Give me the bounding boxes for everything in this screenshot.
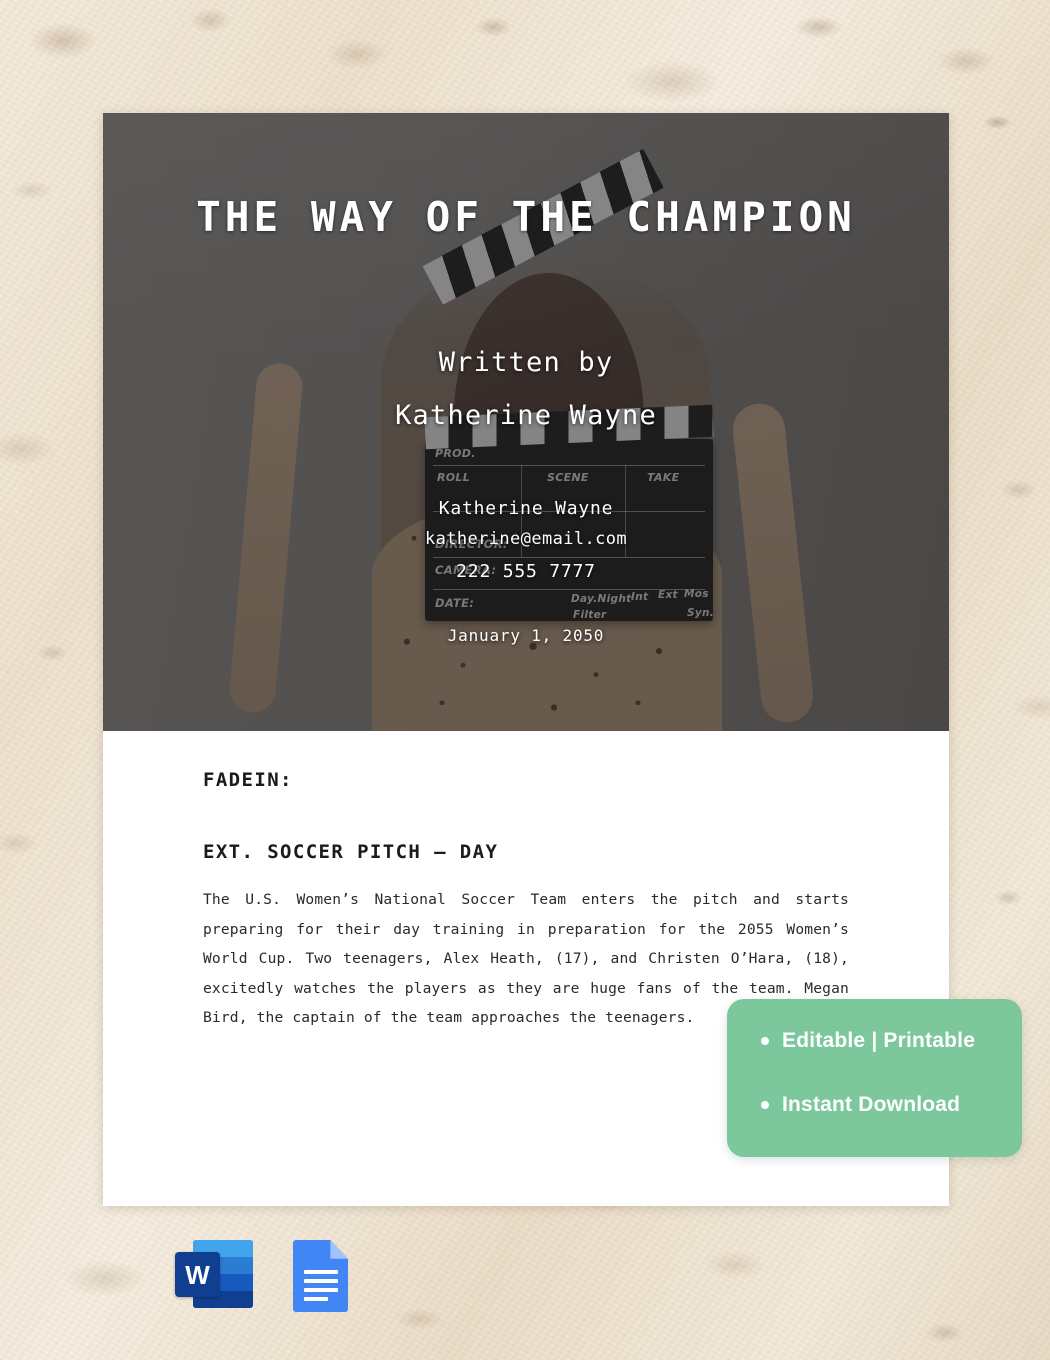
author-name: Katherine Wayne: [395, 400, 657, 431]
contact-date: January 1, 2050: [447, 626, 605, 645]
word-letter-tile: W: [175, 1252, 220, 1297]
promo-badge: Editable | Printable Instant Download: [727, 999, 1022, 1157]
bullet-icon: [761, 1101, 769, 1109]
microsoft-word-icon[interactable]: W: [175, 1240, 253, 1312]
contact-phone: 222 555 7777: [456, 561, 596, 582]
bullet-icon: [761, 1037, 769, 1045]
film-title: THE WAY OF THE CHAMPION: [196, 193, 856, 241]
google-docs-icon[interactable]: [289, 1240, 367, 1312]
title-block: THE WAY OF THE CHAMPION Written by Kathe…: [103, 113, 949, 731]
promo-item: Instant Download: [761, 1093, 1022, 1117]
docs-text-lines: [304, 1270, 338, 1306]
fade-in-slug: FADEIN:: [203, 769, 293, 791]
promo-item: Editable | Printable: [761, 1029, 1022, 1053]
script-body: FADEIN: EXT. SOCCER PITCH – DAY The U.S.…: [103, 731, 949, 1033]
hero-photo: PROD. ROLL SCENE TAKE DIRECTOR: CAMERA: …: [103, 113, 949, 731]
file-format-icons: W: [175, 1240, 367, 1312]
written-by-label: Written by: [438, 347, 614, 378]
promo-item-label: Instant Download: [782, 1093, 961, 1116]
contact-name: Katherine Wayne: [438, 498, 614, 519]
contact-email: katherine@email.com: [424, 529, 628, 549]
scene-heading: EXT. SOCCER PITCH – DAY: [203, 841, 499, 863]
promo-item-label: Editable | Printable: [782, 1029, 976, 1052]
